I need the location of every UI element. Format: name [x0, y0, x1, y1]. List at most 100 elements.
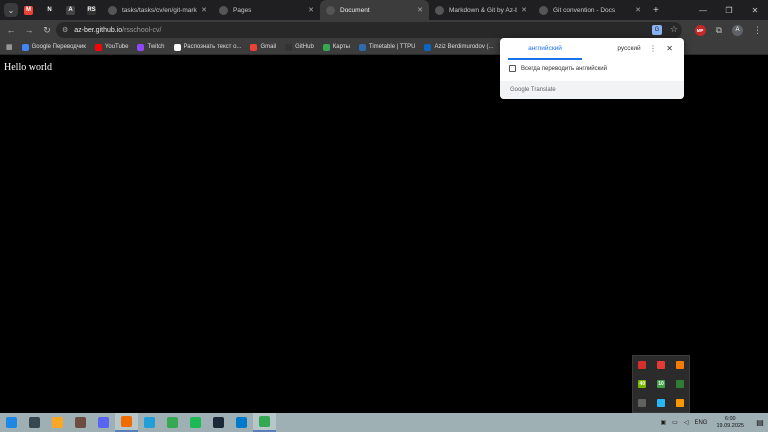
- always-translate-option[interactable]: Всегда переводить английский: [509, 65, 607, 72]
- taskbar-item[interactable]: [207, 413, 230, 432]
- site-info-icon[interactable]: ⚙: [62, 26, 68, 34]
- pinned-tab[interactable]: M: [18, 0, 39, 20]
- translate-close-icon[interactable]: ✕: [666, 44, 673, 53]
- cpu-icon[interactable]: 10: [656, 379, 665, 388]
- pinned-tab[interactable]: RS: [81, 0, 102, 20]
- taskbar-item[interactable]: [253, 413, 276, 432]
- browser-tab[interactable]: tasks/tasks/cv/en/git-markd ✕: [102, 0, 213, 20]
- taskbar-item[interactable]: [161, 413, 184, 432]
- taskbar-item[interactable]: [138, 413, 161, 432]
- tab-close-icon[interactable]: ✕: [308, 6, 314, 14]
- taskbar-item[interactable]: [92, 413, 115, 432]
- reload-button[interactable]: ↻: [38, 21, 56, 39]
- folder-icon: [52, 417, 63, 428]
- maps-icon: [322, 43, 330, 51]
- orange-icon[interactable]: [675, 361, 684, 370]
- bookmark-item[interactable]: Google Переводчик: [21, 43, 86, 51]
- address-bar[interactable]: ⚙ az-ber.github.io/rsschool-cv/ G ☆: [56, 22, 682, 38]
- google-translate-icon: [21, 43, 29, 51]
- arrow-right-icon: →: [24, 25, 34, 35]
- chevron-down-icon: ⌄: [7, 5, 15, 15]
- taskbar-item[interactable]: [184, 413, 207, 432]
- bookmark-star-icon[interactable]: ☆: [670, 24, 678, 35]
- translate-source-tab[interactable]: английский: [508, 38, 582, 60]
- blue-icon[interactable]: [656, 398, 665, 407]
- tab-title: Git convention - Docs: [553, 6, 616, 14]
- green-icon[interactable]: [675, 379, 684, 388]
- forward-button[interactable]: →: [20, 21, 38, 39]
- profile-avatar[interactable]: A: [732, 24, 743, 36]
- pinned-tab[interactable]: N: [39, 0, 60, 20]
- bookmark-item[interactable]: Gmail: [250, 43, 276, 51]
- twitch-icon: [137, 43, 145, 51]
- network-icon[interactable]: ▭: [672, 419, 678, 426]
- taskbar-item[interactable]: [23, 413, 46, 432]
- back-button[interactable]: ←: [2, 21, 20, 39]
- clock[interactable]: 6:00 19.09.2025: [716, 416, 744, 430]
- url-host: az-ber.github.io: [74, 26, 123, 34]
- tab-close-icon[interactable]: ✕: [521, 6, 527, 14]
- nvidia-icon[interactable]: 40: [638, 379, 647, 388]
- bookmark-item[interactable]: Aziz Berdimurodov (...: [424, 43, 494, 51]
- tab-favicon-icon: [435, 5, 444, 15]
- clock-time: 6:00: [724, 415, 736, 422]
- taskbar-item[interactable]: [69, 413, 92, 432]
- browser-tab[interactable]: Git convention - Docs ✕: [533, 0, 647, 20]
- browser-menu-icon[interactable]: ⋮: [753, 25, 762, 36]
- taskbar-item[interactable]: [46, 413, 69, 432]
- pinned-tab[interactable]: A: [60, 0, 81, 20]
- extensions-puzzle-icon[interactable]: ⧉: [716, 25, 722, 36]
- bookmark-item[interactable]: Карты: [322, 43, 350, 51]
- discord-icon: [98, 417, 109, 428]
- arrow-icon[interactable]: [656, 361, 665, 370]
- minimize-icon[interactable]: —: [690, 0, 716, 20]
- taskbar-item[interactable]: [230, 413, 253, 432]
- apps-grid-icon[interactable]: ▦: [6, 43, 13, 51]
- volume-icon[interactable]: ◁: [684, 419, 689, 426]
- tab-favicon-icon: [326, 5, 335, 15]
- tab-favicon-icon: [219, 5, 228, 15]
- close-window-icon[interactable]: ✕: [742, 0, 768, 20]
- bookmark-item[interactable]: GitHub: [285, 43, 314, 51]
- linkedin-icon: [424, 43, 432, 51]
- bookmark-item[interactable]: YouTube: [94, 43, 129, 51]
- maximize-icon[interactable]: ❐: [716, 0, 742, 20]
- tray-app-icon[interactable]: ▣: [660, 419, 666, 426]
- bookmark-item[interactable]: Распознать текст о...: [173, 43, 241, 51]
- bookmark-item[interactable]: Timetable | TTPU: [358, 43, 415, 51]
- browser-tab[interactable]: Document ✕: [320, 0, 429, 20]
- browser-tab[interactable]: Markdown & Git by Az-ber ✕: [429, 0, 533, 20]
- tab-title: Pages: [233, 6, 252, 14]
- taskbar-item[interactable]: [115, 413, 138, 432]
- tab-close-icon[interactable]: ✕: [201, 6, 207, 14]
- extension-mp-icon[interactable]: MP: [694, 24, 706, 36]
- google-translate-brand: Google Translate: [510, 87, 556, 93]
- steam-icon: [213, 417, 224, 428]
- bookmark-list: Google Переводчик YouTube Twitch Распознать…: [21, 43, 494, 51]
- system-tray: ▣ ▭ ◁ ENG 6:00 19.09.2025 ▤: [657, 413, 768, 432]
- fire-app-icon: [121, 416, 132, 427]
- app1-icon[interactable]: [638, 361, 647, 370]
- browser-tab[interactable]: Pages ✕: [213, 0, 320, 20]
- notification-icon[interactable]: ▤: [752, 413, 768, 432]
- gmail-icon: [250, 43, 258, 51]
- browser-toolbar: ← → ↻ ⚙ az-ber.github.io/rsschool-cv/ G …: [0, 20, 768, 40]
- taskbar-item[interactable]: [0, 413, 23, 432]
- bookmark-item[interactable]: Twitch: [137, 43, 165, 51]
- chrome-icon: [167, 417, 178, 428]
- translate-options-icon[interactable]: ⋮: [649, 44, 657, 53]
- bookmark-label: YouTube: [104, 44, 129, 50]
- bookmark-label: Aziz Berdimurodov (...: [434, 44, 494, 50]
- new-tab-button[interactable]: +: [653, 5, 659, 16]
- tab-close-icon[interactable]: ✕: [635, 6, 641, 14]
- fire-icon[interactable]: [675, 398, 684, 407]
- keyboard-language[interactable]: ENG: [694, 420, 707, 426]
- always-translate-checkbox[interactable]: [509, 65, 516, 72]
- translate-page-icon[interactable]: G: [651, 24, 662, 35]
- rs-icon: RS: [87, 5, 96, 15]
- tab-search-button[interactable]: ⌄: [4, 3, 18, 17]
- a-icon: A: [66, 5, 75, 15]
- windows-icon: [6, 417, 17, 428]
- tab-close-icon[interactable]: ✕: [417, 6, 423, 14]
- monitor-icon[interactable]: [638, 398, 647, 407]
